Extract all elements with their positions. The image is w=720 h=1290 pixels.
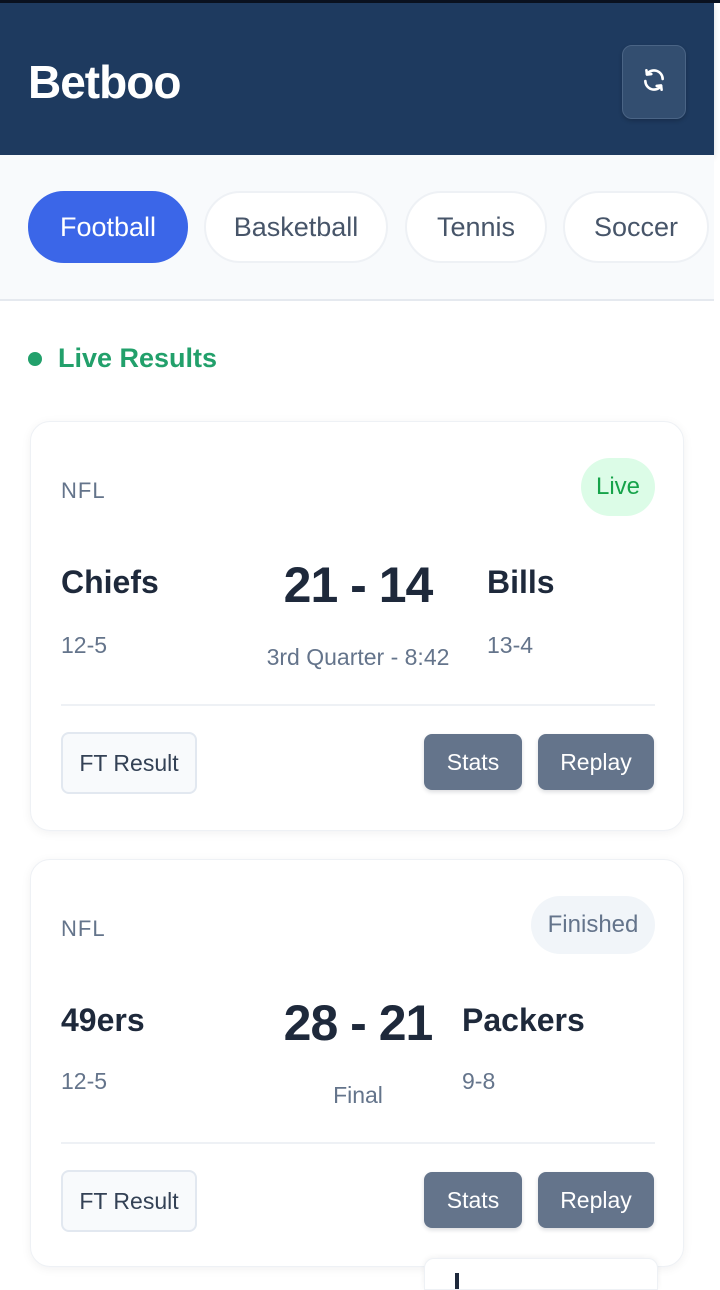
away-team-name: Bills: [487, 564, 555, 600]
ft-result-button[interactable]: FT Result: [61, 732, 197, 794]
tab-football[interactable]: Football: [28, 191, 188, 263]
home-team-name: 49ers: [61, 1002, 145, 1038]
match-period: Final: [333, 1082, 383, 1108]
live-dot-icon: [28, 351, 42, 366]
match-score: 28 - 21: [283, 995, 434, 1051]
replay-button[interactable]: Replay: [538, 734, 654, 790]
league-label: NFL: [61, 478, 106, 503]
home-team-record: 12-5: [61, 1068, 108, 1094]
away-team-record: 9-8: [462, 1068, 496, 1094]
sport-tabs: Football Basketball Tennis Soccer: [0, 155, 714, 301]
app-brand: Betboo: [28, 56, 181, 108]
tab-soccer[interactable]: Soccer: [563, 191, 709, 263]
away-team-name: Packers: [462, 1002, 585, 1038]
section-title: Live Results: [58, 343, 218, 373]
ft-result-button[interactable]: FT Result: [61, 1170, 197, 1232]
card-divider: [61, 1142, 655, 1144]
refresh-button[interactable]: [622, 45, 686, 119]
stats-button[interactable]: Stats: [424, 734, 522, 790]
status-badge: Live: [581, 458, 655, 516]
home-team-record: 12-5: [61, 632, 108, 658]
home-team-name: Chiefs: [61, 564, 159, 600]
live-results-heading: Live Results: [28, 343, 217, 374]
away-team-record: 13-4: [487, 632, 534, 658]
tab-tennis[interactable]: Tennis: [405, 191, 547, 263]
results-content: Live Results NFL Live Chiefs 12-5 21 - 1…: [0, 301, 714, 1290]
tab-basketball[interactable]: Basketball: [204, 191, 388, 263]
peek-mark: [455, 1273, 459, 1289]
match-card[interactable]: NFL Live Chiefs 12-5 21 - 14 3rd Quarter…: [30, 421, 684, 831]
match-period: 3rd Quarter - 8:42: [266, 644, 450, 670]
match-card[interactable]: NFL Finished 49ers 12-5 28 - 21 Final Pa…: [30, 859, 684, 1267]
replay-button[interactable]: Replay: [538, 1172, 654, 1228]
match-score: 21 - 14: [283, 557, 434, 613]
card-divider: [61, 704, 655, 706]
refresh-icon: [641, 67, 667, 98]
next-card-peek: [424, 1258, 658, 1290]
status-badge: Finished: [531, 896, 655, 954]
stats-button[interactable]: Stats: [424, 1172, 522, 1228]
league-label: NFL: [61, 916, 106, 941]
app-header: Betboo: [0, 3, 714, 155]
